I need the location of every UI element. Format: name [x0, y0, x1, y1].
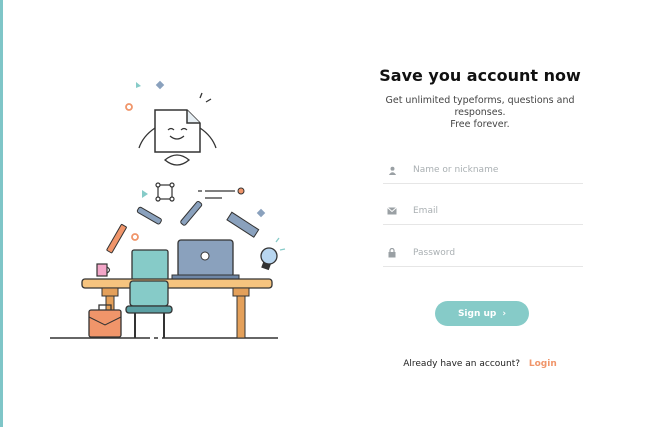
form-title: Save you account now: [379, 66, 581, 85]
envelope-icon: [386, 205, 398, 217]
signup-button-label: Sign up: [457, 308, 497, 319]
signup-button[interactable]: Sign up ›: [435, 301, 529, 326]
password-field[interactable]: [383, 240, 583, 267]
laptop-icon: [171, 239, 240, 280]
lightbulb-icon: [260, 237, 286, 271]
login-prompt: Already have an account? Login: [360, 359, 600, 369]
name-field[interactable]: [383, 157, 583, 184]
briefcase-icon: [88, 304, 122, 338]
form-subtitle: Get unlimited typeforms, questions and r…: [385, 95, 575, 130]
login-link[interactable]: Login: [529, 359, 557, 369]
user-icon: [386, 164, 398, 176]
email-input[interactable]: [413, 206, 578, 216]
workspace-illustration: [40, 70, 330, 360]
name-input[interactable]: [413, 165, 578, 175]
lock-icon: [386, 247, 398, 259]
email-field[interactable]: [383, 198, 583, 225]
paper-character-icon: [138, 92, 217, 166]
login-prompt-text: Already have an account?: [403, 359, 521, 369]
chevron-right-icon: ›: [502, 308, 507, 319]
left-edge-bar: [0, 0, 3, 427]
signup-form: Save you account now Get unlimited typef…: [360, 66, 600, 369]
password-input[interactable]: [413, 248, 578, 258]
illustration-svg: [50, 80, 286, 339]
